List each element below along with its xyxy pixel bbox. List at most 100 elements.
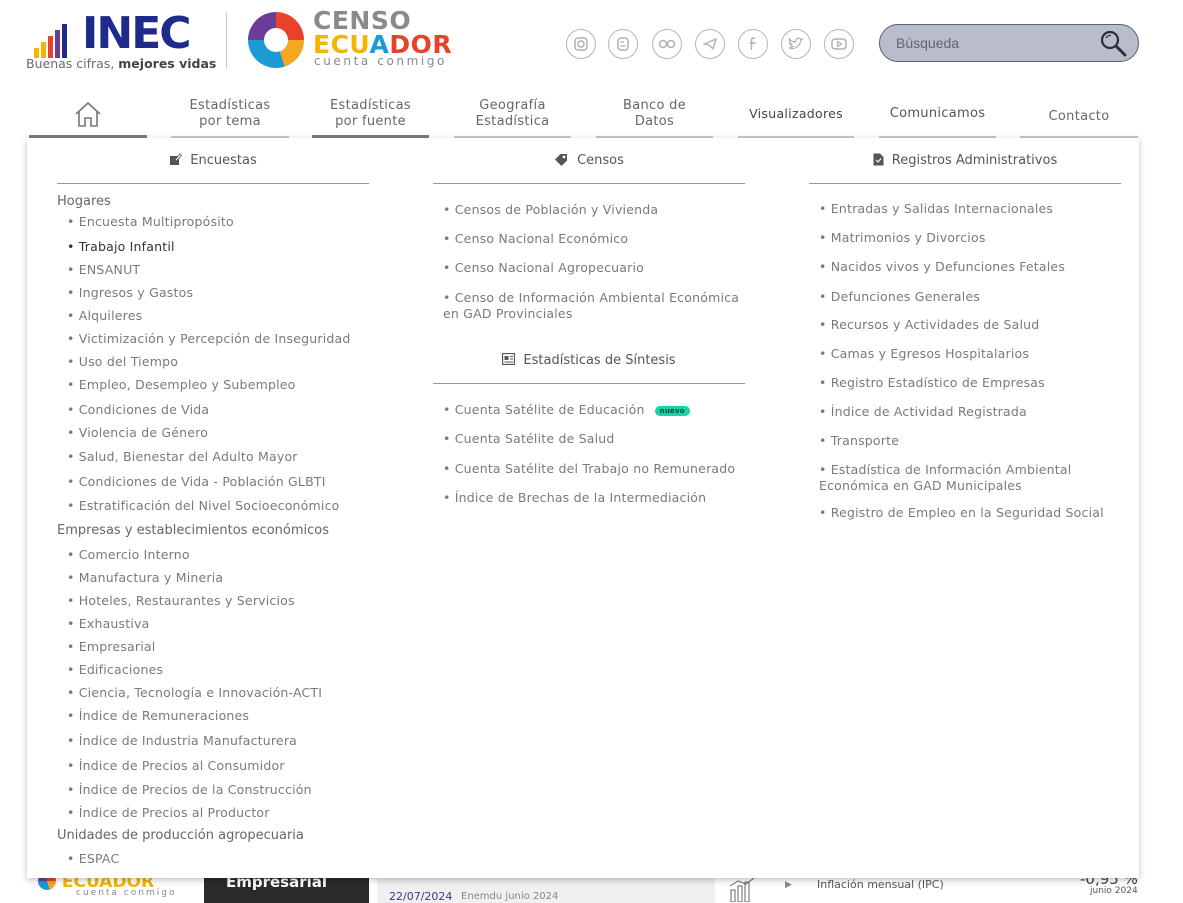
registros-header: Registros Administrativos — [809, 138, 1121, 184]
censo-ecuador-logo[interactable]: CENSO ECUADOR cuenta conmigo — [248, 8, 468, 72]
inec-logo[interactable]: INEC Buenas cifras, mejores vidas — [26, 8, 216, 72]
menu-link-censo-poblacion[interactable]: • Censos de Población y Vivienda — [443, 202, 658, 217]
banner-image[interactable]: Empresarial — [204, 873, 369, 903]
hogares-heading[interactable]: Hogares — [57, 194, 111, 209]
menu-link-empresas[interactable]: • Manufactura y Mineria — [67, 570, 223, 585]
menu-link-hogares[interactable]: • Violencia de Género — [67, 425, 208, 440]
menu-link-label: Entradas y Salidas Internacionales — [830, 201, 1054, 216]
inec-wordmark: INEC — [82, 8, 192, 59]
menu-link-empresas[interactable]: • Índice de Precios al Consumidor — [67, 758, 285, 773]
menu-link-satelite-educacion[interactable]: • Cuenta Satélite de Educación nuevo — [443, 402, 690, 417]
menu-link-registros[interactable]: • Defunciones Generales — [819, 289, 980, 304]
menu-link-censo-ambiental[interactable]: • Censo de Información Ambiental Económi… — [443, 290, 753, 322]
menu-link-empresas[interactable]: • Comercio Interno — [67, 547, 190, 562]
background-content: ECUADOR cuenta conmigo Empresarial 22/07… — [0, 870, 1183, 903]
menu-link-hogares[interactable]: • Condiciones de Vida — [67, 402, 209, 417]
youtube-icon[interactable] — [824, 29, 854, 59]
menu-link-label: Índice de Precios al Consumidor — [78, 758, 285, 773]
nav-label: por fuente — [335, 114, 406, 129]
menu-link-registros[interactable]: • Matrimonios y Divorcios — [819, 230, 986, 245]
nav-home[interactable] — [29, 90, 147, 138]
menu-link-label: Uso del Tiempo — [78, 354, 179, 369]
menu-link-registros[interactable]: • Transporte — [819, 433, 899, 448]
menu-link-hogares[interactable]: • Salud, Bienestar del Adulto Mayor — [67, 449, 298, 464]
menu-link-empresas[interactable]: • Edificaciones — [67, 662, 163, 677]
menu-link-registros[interactable]: • Registro de Empleo en la Seguridad Soc… — [819, 505, 1104, 520]
instagram-icon[interactable] — [566, 29, 596, 59]
menu-link-hogares[interactable]: • ENSANUT — [67, 262, 140, 277]
menu-link-label: Índice de Actividad Registrada — [830, 404, 1027, 419]
menu-link-espac[interactable]: • ESPAC — [67, 851, 119, 866]
empresas-heading[interactable]: Empresas y establecimientos económicos — [57, 523, 329, 538]
nav-contacto[interactable]: Contacto — [1020, 90, 1138, 138]
menu-link-hogares[interactable]: • Empleo, Desempleo y Subempleo — [67, 377, 296, 392]
menu-link-empresas[interactable]: • Índice de Industria Manufacturera — [67, 733, 297, 748]
tag-icon — [554, 153, 569, 169]
menu-link-hogares[interactable]: • Alquileres — [67, 308, 142, 323]
blogger-icon[interactable] — [608, 29, 638, 59]
nav-estadisticas-tema[interactable]: Estadísticas por tema — [171, 90, 289, 138]
menu-link-label: Encuesta Multipropósito — [78, 214, 234, 229]
nav-visualizadores[interactable]: Visualizadores — [738, 90, 854, 138]
menu-link-empresas[interactable]: • Exhaustiva — [67, 616, 150, 631]
menu-link-hogares[interactable]: • Estratificación del Nivel Socioeconómi… — [67, 498, 339, 513]
nav-label: Estadística — [475, 114, 550, 129]
site-header: INEC Buenas cifras, mejores vidas CENSO … — [0, 0, 1183, 90]
menu-link-label: Exhaustiva — [78, 616, 150, 631]
nav-label: Geografía — [479, 98, 546, 113]
nav-label: Visualizadores — [749, 106, 843, 121]
menu-link-label: Índice de Precios al Productor — [78, 805, 270, 820]
menu-link-label: Alquileres — [78, 308, 143, 323]
menu-link-label: Estadística de Información Ambiental Eco… — [819, 462, 1072, 493]
search-icon[interactable] — [1098, 29, 1128, 57]
flickr-icon[interactable] — [652, 29, 682, 59]
menu-link-empresas[interactable]: • Índice de Remuneraciones — [67, 708, 249, 723]
menu-link-registros[interactable]: • Índice de Actividad Registrada — [819, 404, 1027, 419]
telegram-icon[interactable] — [695, 29, 725, 59]
menu-link-label: Edificaciones — [78, 662, 164, 677]
menu-link-label: Condiciones de Vida — [78, 402, 210, 417]
play-icon[interactable]: ▶ — [785, 880, 792, 890]
menu-link-hogares[interactable]: • Condiciones de Vida - Población GLBTI — [67, 474, 326, 489]
footer-logo-slogan: cuenta conmigo — [76, 888, 177, 898]
menu-link-censo-agropecuario[interactable]: • Censo Nacional Agropecuario — [443, 260, 644, 275]
menu-link-label: Violencia de Género — [78, 425, 209, 440]
menu-link-registros[interactable]: • Recursos y Actividades de Salud — [819, 317, 1039, 332]
menu-link-label: Camas y Egresos Hospitalarios — [830, 346, 1030, 361]
menu-link-brechas[interactable]: • Índice de Brechas de la Intermediación — [443, 490, 706, 505]
menu-link-empresas[interactable]: • Empresarial — [67, 639, 155, 654]
menu-link-registros[interactable]: • Registro Estadístico de Empresas — [819, 375, 1045, 390]
menu-link-empresas[interactable]: • Hoteles, Restaurantes y Servicios — [67, 593, 295, 608]
registros-title: Registros Administrativos — [891, 153, 1058, 168]
twitter-icon[interactable] — [781, 29, 811, 59]
agro-heading[interactable]: Unidades de producción agropecuaria — [57, 828, 304, 843]
menu-link-registros[interactable]: • Estadística de Información Ambiental E… — [819, 462, 1089, 494]
search-input[interactable] — [896, 33, 1096, 53]
menu-link-hogares[interactable]: • Victimización y Percepción de Inseguri… — [67, 331, 351, 346]
facebook-icon[interactable] — [738, 29, 768, 59]
nav-comunicamos[interactable]: Comunicamos — [879, 90, 996, 138]
menu-link-satelite-salud[interactable]: • Cuenta Satélite de Salud — [443, 431, 615, 446]
menu-link-registros[interactable]: • Camas y Egresos Hospitalarios — [819, 346, 1029, 361]
menu-link-hogares[interactable]: • Encuesta Multipropósito — [67, 214, 234, 229]
menu-link-empresas[interactable]: • Ciencia, Tecnología e Innovación-ACTI — [67, 685, 322, 700]
menu-link-label: Censo Nacional Económico — [454, 231, 629, 246]
nav-estadisticas-fuente[interactable]: Estadísticas por fuente — [312, 90, 429, 138]
menu-link-hogares[interactable]: • Trabajo Infantil — [67, 239, 175, 254]
menu-link-censo-economico[interactable]: • Censo Nacional Económico — [443, 231, 628, 246]
nav-banco-datos[interactable]: Banco de Datos — [596, 90, 713, 138]
menu-link-registros[interactable]: • Nacidos vivos y Defunciones Fetales — [819, 259, 1065, 274]
nav-geografia[interactable]: Geografía Estadística — [454, 90, 571, 138]
menu-link-label: Cuenta Satélite de Salud — [454, 431, 615, 446]
news-card[interactable]: 22/07/2024 Enemdu junio 2024 — [377, 878, 715, 903]
inec-bars-icon — [34, 22, 78, 58]
menu-link-hogares[interactable]: • Ingresos y Gastos — [67, 285, 193, 300]
menu-link-label: Índice de Precios de la Construcción — [78, 782, 312, 797]
menu-link-hogares[interactable]: • Uso del Tiempo — [67, 354, 178, 369]
menu-link-registros[interactable]: • Entradas y Salidas Internacionales — [819, 201, 1053, 216]
menu-link-satelite-trabajo[interactable]: • Cuenta Satélite del Trabajo no Remuner… — [443, 461, 735, 476]
menu-link-label: Recursos y Actividades de Salud — [830, 317, 1040, 332]
menu-link-empresas[interactable]: • Índice de Precios de la Construcción — [67, 782, 312, 797]
menu-link-label: Condiciones de Vida - Población GLBTI — [78, 474, 326, 489]
menu-link-empresas[interactable]: • Índice de Precios al Productor — [67, 805, 270, 820]
